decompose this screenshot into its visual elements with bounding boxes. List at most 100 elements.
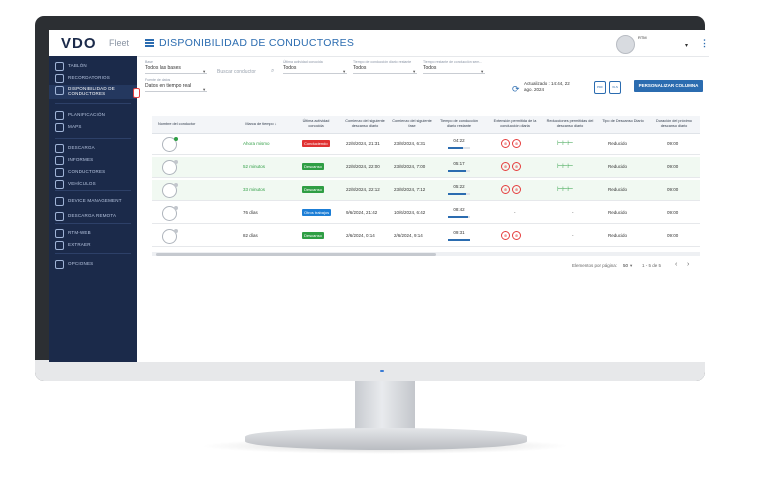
column-header[interactable]: Última actividad conocida: [295, 119, 337, 129]
monitor-stand-base: [245, 428, 527, 450]
driver-avatar: [162, 206, 178, 221]
rest-type-cell: Reducido: [608, 187, 628, 192]
sidebar-item-label: DESCARGA REMOTA: [68, 213, 117, 218]
sidebar-item[interactable]: RECORDATORIOS: [49, 73, 137, 84]
previous-page-button[interactable]: ‹: [675, 261, 677, 268]
timestamp-cell: 33 minutos: [243, 187, 266, 192]
vdo-logo: VDO: [61, 35, 97, 52]
table-row[interactable]: 76 días Otros trabajos 9/6/2024, 21:42 10/6…: [152, 203, 700, 224]
column-header[interactable]: Comienzo del siguiente fase: [390, 119, 434, 129]
sidebar-item[interactable]: VEHÍCULOS: [49, 179, 137, 190]
table-row[interactable]: 33 minutos Descanso 22/8/2024, 22:12 23/8/2…: [152, 180, 700, 201]
column-header[interactable]: Nombre del conductor: [158, 122, 218, 127]
chevron-down-icon[interactable]: ▾: [343, 69, 345, 75]
sidebar-item-label: DISPONIBILIDAD DE CONDUCTORES: [68, 86, 115, 96]
monitor-stand-neck: [355, 381, 415, 433]
pdf-export-icon[interactable]: PDF: [594, 81, 606, 94]
user-avatar[interactable]: [616, 35, 635, 54]
sidebar-item-label: RTM-WEB: [68, 230, 91, 235]
filter-bar: Base Todos las bases ▾ Buscar conductor …: [137, 56, 709, 104]
top-bar: VDO Fleet DISPONIBILIDAD DE CONDUCTORES …: [49, 30, 709, 57]
column-header[interactable]: Tiempo de conducción diario restante: [437, 119, 481, 129]
sidebar-item[interactable]: EXTRAER: [49, 240, 137, 251]
data-source-filter[interactable]: Fuente de datos Datos en tiempo real: [145, 78, 207, 92]
customize-columns-button[interactable]: PERSONALIZAR COLUMNA: [634, 80, 703, 92]
sidebar-item-label: TABLÓN: [68, 63, 87, 68]
rest-reduction-icons: ⊢⊢⊢: [557, 186, 573, 193]
more-options-icon[interactable]: ⋮: [700, 38, 709, 49]
driving-extension-icon: ⊕: [501, 185, 510, 194]
column-header[interactable]: Tipo de Descanso Diario: [601, 119, 645, 124]
base-filter[interactable]: Base Todos las bases: [145, 60, 207, 74]
per-page-select[interactable]: 50: [623, 263, 628, 268]
chevron-down-icon[interactable]: ▾: [630, 263, 632, 269]
sidebar-item[interactable]: DISPONIBILIDAD DE CONDUCTORES: [49, 85, 140, 99]
empty-cell: -: [514, 210, 516, 215]
refresh-icon[interactable]: ⟳: [512, 84, 520, 95]
driver-avatar: [162, 160, 178, 175]
sidebar-item[interactable]: DESCARGA: [49, 143, 137, 154]
chevron-down-icon[interactable]: ▾: [481, 69, 483, 75]
excel-export-icon[interactable]: XLS: [609, 81, 621, 94]
remote-download-icon: [55, 212, 64, 221]
rest-type-cell: Reducido: [608, 233, 628, 238]
sidebar-item[interactable]: OPCIONES: [49, 259, 137, 270]
online-status-dot: [174, 229, 178, 233]
column-header[interactable]: Reducciones permitidas del descanso diar…: [544, 119, 596, 129]
sidebar-item[interactable]: CONDUCTORES: [49, 167, 137, 178]
search-input[interactable]: Buscar conductor: [217, 69, 256, 75]
bell-icon: [55, 74, 64, 83]
chevron-down-icon[interactable]: ▾: [685, 42, 688, 49]
drive-time-progress-bar: [448, 193, 470, 195]
sidebar-item[interactable]: INFORMES: [49, 155, 137, 166]
column-header[interactable]: Extensión permitida de la conducción dia…: [490, 119, 540, 129]
column-header[interactable]: Marca de tiempo ↓: [238, 122, 284, 127]
chevron-down-icon[interactable]: ▾: [413, 69, 415, 75]
web-icon: [55, 229, 64, 238]
driver-avatar: [162, 137, 178, 152]
chevron-down-icon[interactable]: ▾: [203, 69, 205, 75]
driving-extension-icon: ⊕: [501, 162, 510, 171]
sidebar-item[interactable]: PLANIFICACIÓN: [49, 110, 137, 121]
sidebar-item[interactable]: RTM-WEB: [49, 228, 137, 239]
report-icon: [55, 156, 64, 165]
table-row[interactable]: 82 días Descanso 2/6/2024, 0:14 2/6/2024, 9…: [152, 226, 700, 247]
remaining-weekly-drive-filter[interactable]: Tiempo restante de conducción sem... Tod…: [423, 60, 485, 74]
activity-badge: Descanso: [302, 232, 324, 239]
drive-time-left: 04:22: [453, 138, 465, 143]
sidebar-item[interactable]: MAPS: [49, 122, 137, 133]
timestamp-cell: 82 días: [243, 233, 258, 238]
rest-reduction-icons: ⊢⊢⊢: [557, 140, 573, 147]
next-rest-cell: 22/8/2024, 22:12: [346, 187, 380, 192]
drive-time-progress-bar: [448, 216, 470, 218]
search-icon[interactable]: ⌕: [271, 68, 274, 75]
next-phase-cell: 23/8/2024, 7:00: [394, 164, 426, 169]
product-name: Fleet: [109, 38, 130, 48]
sidebar-item[interactable]: DESCARGA REMOTA: [49, 211, 137, 222]
page-title: DISPONIBILIDAD DE CONDUCTORES: [159, 37, 355, 49]
drive-time-progress-bar: [448, 239, 470, 241]
driving-extension-icon: ⊕: [501, 231, 510, 240]
sidebar-item[interactable]: DEVICE MANAGEMENT: [49, 196, 137, 207]
sidebar-item-label: VEHÍCULOS: [68, 181, 96, 186]
hamburger-menu-icon[interactable]: [145, 39, 154, 47]
column-header[interactable]: Duración del próximo descanso diario: [649, 119, 699, 129]
rest-duration-cell: 09:00: [667, 210, 679, 215]
drive-time-progress-bar: [448, 170, 470, 172]
power-led: [380, 370, 384, 372]
remaining-drive-filter[interactable]: Tiempo de conducción diario restante Tod…: [353, 60, 417, 74]
driver-icon: [55, 168, 64, 177]
table-row[interactable]: 52 minutos Descanso 22/8/2024, 22:00 23/8/2…: [152, 157, 700, 178]
next-page-button[interactable]: ›: [687, 261, 689, 268]
dashboard-icon: [55, 62, 64, 71]
online-status-dot: [174, 160, 178, 164]
chevron-down-icon[interactable]: ▾: [203, 87, 205, 93]
rest-type-cell: Reducido: [608, 210, 628, 215]
table-row[interactable]: Ahora mismo Conduciendo 22/8/2024, 21:31 23…: [152, 134, 700, 155]
horizontal-scrollbar[interactable]: [152, 252, 700, 256]
column-header[interactable]: Comienzo del siguiente descanso diario: [342, 119, 388, 129]
sidebar-item[interactable]: TABLÓN: [49, 61, 137, 72]
timestamp-cell: 76 días: [243, 210, 258, 215]
next-phase-cell: 2/6/2024, 9:14: [394, 233, 423, 238]
last-activity-filter[interactable]: Última actividad conocida Todos: [283, 60, 347, 74]
